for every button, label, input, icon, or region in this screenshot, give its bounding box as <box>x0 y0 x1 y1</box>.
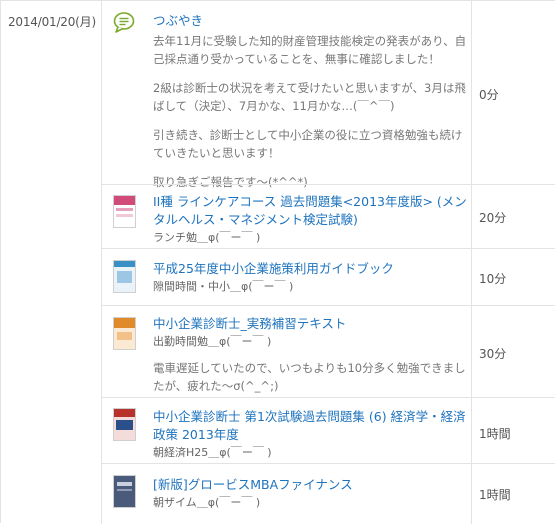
study-time: 1時間 <box>479 427 511 441</box>
book-title-link[interactable]: II種 ラインケアコース 過去問題集<2013年度版> (メンタルヘルス・マネジ… <box>153 194 467 227</box>
study-time: 10分 <box>479 272 507 286</box>
entry-content: 中小企業診断士_実務補習テキスト 出勤時間勉＿φ(￣ー￣ ) 電車遅延していたの… <box>153 315 469 395</box>
book-entry: 平成25年度中小企業施策利用ガイドブック 隙間時間・中小＿φ(￣ー￣ ) 10分 <box>102 249 555 305</box>
study-log-day: 2014/01/20(月) つぶやき 去年11月に受験した知的財産管理技能検定の… <box>0 0 555 524</box>
entry-title: つぶやき <box>153 13 204 28</box>
entry-content: 中小企業診断士 第1次試験過去問題集 (6) 経済学・経済政策 2013年度 朝… <box>153 408 469 461</box>
body-paragraph: 引き続き、診断士として中小企業の役に立つ資格勉強も続けていきたいと思います！ <box>153 128 463 160</box>
book-title-link[interactable]: 中小企業診断士_実務補習テキスト <box>153 316 346 331</box>
entry-content: 平成25年度中小企業施策利用ガイドブック 隙間時間・中小＿φ(￣ー￣ ) <box>153 260 469 295</box>
entry-note: 朝経済H25＿φ(￣ー￣ ) <box>153 446 272 459</box>
date-cell: 2014/01/20(月) <box>1 1 102 524</box>
entry-body: 去年11月に受験した知的財産管理技能検定の発表があり、自己採点通り受かっているこ… <box>153 32 469 191</box>
body-paragraph: 電車遅延していたので、いつもよりも10分多く勉強できましたが、疲れた〜σ(^_^… <box>153 361 466 393</box>
entry-note: 朝ザイム＿φ(￣ー￣ ) <box>153 496 261 509</box>
entry-note: 隙間時間・中小＿φ(￣ー￣ ) <box>153 280 294 293</box>
study-time: 1時間 <box>479 488 511 502</box>
book-title-link[interactable]: [新版]グロービスMBAファイナンス <box>153 477 353 492</box>
book-entry: 中小企業診断士_実務補習テキスト 出勤時間勉＿φ(￣ー￣ ) 電車遅延していたの… <box>102 306 555 397</box>
entry-body: 電車遅延していたので、いつもよりも10分多く勉強できましたが、疲れた〜σ(^_^… <box>153 359 469 395</box>
study-time: 30分 <box>479 347 507 361</box>
book-entry: 中小企業診断士 第1次試験過去問題集 (6) 経済学・経済政策 2013年度 朝… <box>102 398 555 463</box>
book-entry: [新版]グロービスMBAファイナンス 朝ザイム＿φ(￣ー￣ ) 1時間 <box>102 464 555 524</box>
tweet-entry: つぶやき 去年11月に受験した知的財産管理技能検定の発表があり、自己採点通り受か… <box>102 1 555 189</box>
book-cover-icon[interactable] <box>113 317 136 350</box>
study-time: 0分 <box>479 88 499 102</box>
study-time: 20分 <box>479 211 507 225</box>
book-cover-icon[interactable] <box>113 475 136 508</box>
body-paragraph: 去年11月に受験した知的財産管理技能検定の発表があり、自己採点通り受かっているこ… <box>153 34 467 66</box>
entry-date: 2014/01/20(月) <box>8 15 96 29</box>
book-title-link[interactable]: 平成25年度中小企業施策利用ガイドブック <box>153 261 394 276</box>
entry-content: [新版]グロービスMBAファイナンス 朝ザイム＿φ(￣ー￣ ) <box>153 476 469 511</box>
book-cover-icon[interactable] <box>113 408 136 441</box>
book-cover-icon[interactable] <box>113 260 136 293</box>
book-title-link[interactable]: 中小企業診断士 第1次試験過去問題集 (6) 経済学・経済政策 2013年度 <box>153 409 466 442</box>
entry-content: つぶやき 去年11月に受験した知的財産管理技能検定の発表があり、自己採点通り受か… <box>153 12 469 202</box>
entry-content: II種 ラインケアコース 過去問題集<2013年度版> (メンタルヘルス・マネジ… <box>153 193 469 246</box>
speech-bubble-icon <box>113 12 135 33</box>
entry-note: 出勤時間勉＿φ(￣ー￣ ) <box>153 335 272 348</box>
book-entry: II種 ラインケアコース 過去問題集<2013年度版> (メンタルヘルス・マネジ… <box>102 185 555 248</box>
body-paragraph: 2級は診断士の状況を考えて受けたいと思いますが、3月は飛ばして（決定）、7月かな… <box>153 81 466 113</box>
entry-note: ランチ勉＿φ(￣ー￣ ) <box>153 231 261 244</box>
book-cover-icon[interactable] <box>113 195 136 228</box>
